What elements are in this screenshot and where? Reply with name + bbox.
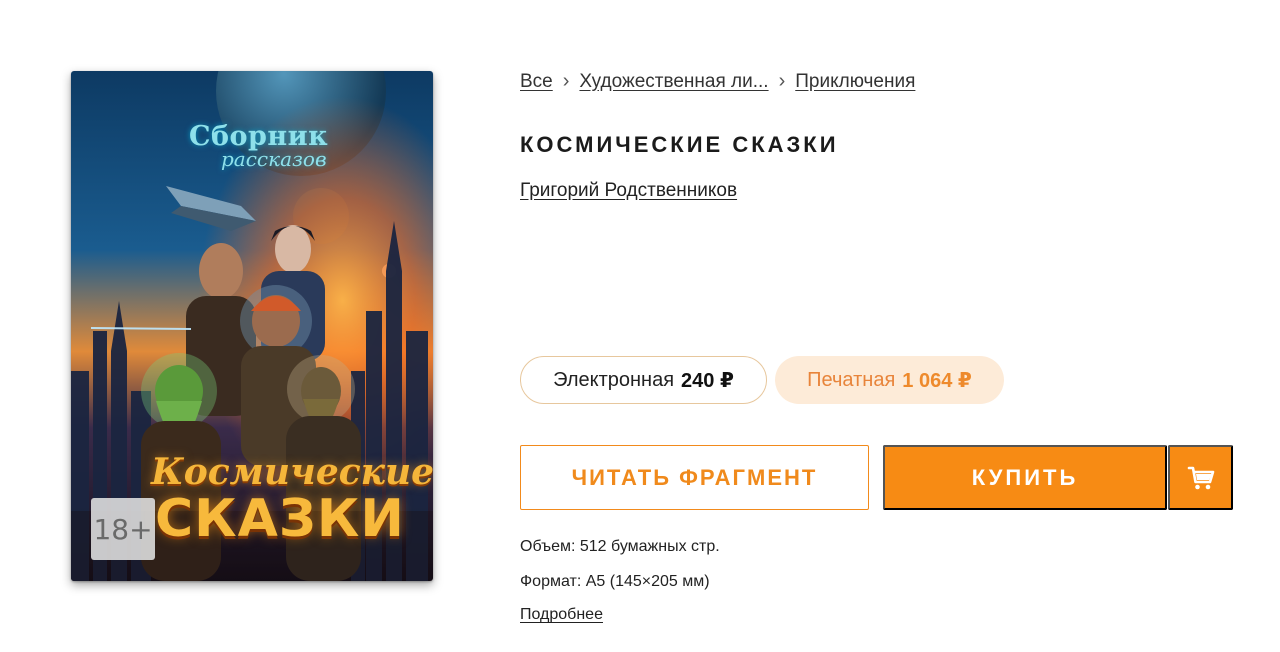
breadcrumb-separator: › — [562, 70, 570, 92]
book-title: КОСМИЧЕСКИЕ СКАЗКИ — [520, 132, 839, 157]
format-ebook-option[interactable]: Электронная 240 ₽ — [520, 356, 767, 404]
format-ebook-label: Электронная — [553, 368, 675, 391]
breadcrumb: Все › Художественная ли... › Приключения — [520, 70, 915, 93]
format-ebook-price: 240 ₽ — [681, 369, 734, 392]
format-print-option[interactable]: Печатная 1 064 ₽ — [775, 356, 1004, 404]
add-to-cart-button[interactable] — [1168, 445, 1233, 510]
book-volume: Объем: 512 бумажных стр. — [520, 538, 720, 555]
book-format: Формат: А5 (145×205 мм) — [520, 573, 710, 590]
more-details-link[interactable]: Подробнее — [520, 606, 603, 624]
read-fragment-button[interactable]: ЧИТАТЬ ФРАГМЕНТ — [520, 445, 869, 510]
age-rating-badge: 18+ — [91, 498, 155, 560]
breadcrumb-item-all[interactable]: Все — [520, 71, 553, 93]
cover-series-subtitle: рассказов — [221, 147, 327, 171]
breadcrumb-item-adventures[interactable]: Приключения — [795, 71, 915, 93]
breadcrumb-separator: › — [778, 70, 786, 92]
format-print-price: 1 064 ₽ — [902, 369, 972, 392]
cart-icon — [1187, 466, 1214, 489]
breadcrumb-item-fiction[interactable]: Художественная ли... — [579, 71, 768, 93]
book-cover[interactable]: Сборник рассказов Космические СКАЗКИ 18+ — [71, 71, 433, 581]
buy-button[interactable]: КУПИТЬ — [883, 445, 1167, 510]
cover-title-line1: Космические — [151, 451, 433, 493]
author-link[interactable]: Григорий Родственников — [520, 180, 737, 202]
format-print-label: Печатная — [807, 368, 896, 391]
cover-title-line2: СКАЗКИ — [155, 489, 405, 549]
